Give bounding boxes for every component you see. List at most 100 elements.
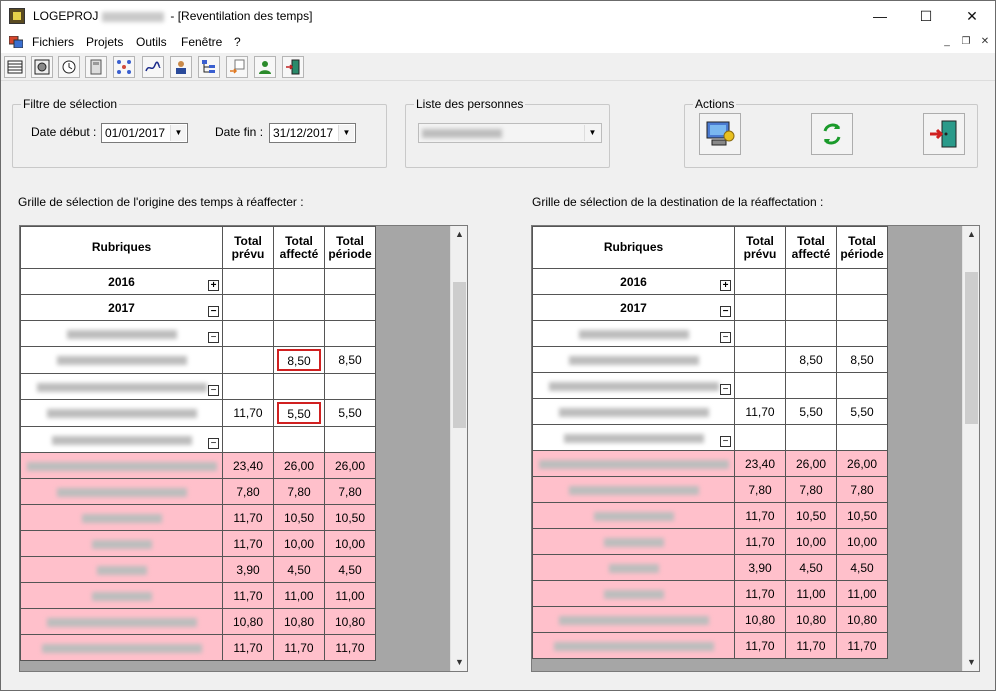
total-periode-cell[interactable]: 7,80 xyxy=(324,478,376,505)
calculator-icon[interactable] xyxy=(85,56,107,78)
total-affecte-cell[interactable]: 10,80 xyxy=(273,608,325,635)
rubrique-cell[interactable] xyxy=(20,399,223,427)
total-prevu-cell[interactable]: 23,40 xyxy=(222,452,274,479)
total-periode-cell[interactable]: 26,00 xyxy=(324,452,376,479)
collapse-icon[interactable]: − xyxy=(208,332,219,343)
table-row[interactable]: 11,70 10,00 10,00 xyxy=(20,530,376,557)
users-icon[interactable] xyxy=(170,56,192,78)
total-periode-cell[interactable] xyxy=(836,294,888,321)
total-periode-cell[interactable]: 11,00 xyxy=(836,580,888,607)
table-row[interactable]: 11,70 11,00 11,00 xyxy=(532,580,888,607)
table-row[interactable]: 11,70 10,00 10,00 xyxy=(532,528,888,555)
total-periode-cell[interactable]: 4,50 xyxy=(836,554,888,581)
header-total-periode[interactable]: Total période xyxy=(324,226,376,269)
total-affecte-cell[interactable] xyxy=(785,320,837,347)
total-affecte-cell[interactable]: 11,00 xyxy=(785,580,837,607)
group-row[interactable]: − xyxy=(532,372,888,399)
total-affecte-cell[interactable]: 4,50 xyxy=(273,556,325,583)
total-periode-cell[interactable]: 8,50 xyxy=(836,346,888,373)
total-prevu-cell[interactable] xyxy=(734,268,786,295)
scroll-thumb[interactable] xyxy=(965,272,978,424)
total-periode-cell[interactable]: 10,00 xyxy=(324,530,376,557)
year-row[interactable]: 2016 + xyxy=(20,268,376,295)
group-row[interactable]: − xyxy=(532,320,888,347)
total-prevu-cell[interactable]: 11,70 xyxy=(222,530,274,557)
total-prevu-cell[interactable]: 11,70 xyxy=(734,502,786,529)
table-row[interactable]: 23,40 26,00 26,00 xyxy=(20,452,376,479)
mdi-restore-button[interactable]: ❐ xyxy=(958,35,974,49)
total-prevu-cell[interactable]: 11,70 xyxy=(222,582,274,609)
header-total-prevu[interactable]: Total prévu xyxy=(222,226,274,269)
menu-fichiers[interactable]: Fichiers xyxy=(32,35,74,49)
total-prevu-cell[interactable] xyxy=(734,346,786,373)
close-button[interactable]: ✕ xyxy=(949,1,995,31)
exit-button[interactable] xyxy=(923,113,965,155)
table-row[interactable]: 11,70 5,50 5,50 xyxy=(532,398,888,425)
total-affecte-cell[interactable] xyxy=(273,294,325,321)
total-affecte-cell[interactable]: 5,50 xyxy=(785,398,837,425)
total-prevu-cell[interactable]: 7,80 xyxy=(734,476,786,503)
total-affecte-cell[interactable]: 8,50 xyxy=(273,346,325,374)
rubrique-cell[interactable]: − xyxy=(532,424,735,451)
total-periode-cell[interactable] xyxy=(836,372,888,399)
scroll-down-icon[interactable]: ▼ xyxy=(451,654,467,671)
total-affecte-cell[interactable]: 5,50 xyxy=(273,399,325,427)
table-row[interactable]: 3,90 4,50 4,50 xyxy=(20,556,376,583)
rubrique-cell[interactable] xyxy=(20,608,223,635)
origin-grid-scrollbar[interactable]: ▲ ▼ xyxy=(450,226,467,671)
total-affecte-cell[interactable] xyxy=(273,426,325,453)
collapse-icon[interactable]: − xyxy=(720,436,731,447)
list-icon[interactable] xyxy=(4,56,26,78)
total-affecte-cell[interactable] xyxy=(785,294,837,321)
total-affecte-cell[interactable]: 10,50 xyxy=(273,504,325,531)
minimize-button[interactable]: — xyxy=(857,1,903,31)
person-icon[interactable] xyxy=(254,56,276,78)
rubrique-cell[interactable]: − xyxy=(532,372,735,399)
total-periode-cell[interactable] xyxy=(324,373,376,400)
total-affecte-cell[interactable]: 26,00 xyxy=(273,452,325,479)
chevron-down-icon[interactable]: ▼ xyxy=(170,125,186,141)
group-row[interactable]: − xyxy=(20,373,376,400)
total-periode-cell[interactable]: 10,50 xyxy=(836,502,888,529)
header-rubriques[interactable]: Rubriques xyxy=(20,226,223,269)
total-affecte-cell[interactable]: 26,00 xyxy=(785,450,837,477)
rubrique-cell[interactable] xyxy=(20,582,223,609)
header-total-affecte[interactable]: Total affecté xyxy=(785,226,837,269)
collapse-icon[interactable]: − xyxy=(208,385,219,396)
total-affecte-cell[interactable] xyxy=(273,373,325,400)
total-affecte-cell[interactable]: 11,00 xyxy=(273,582,325,609)
total-periode-cell[interactable]: 11,70 xyxy=(324,634,376,661)
total-prevu-cell[interactable]: 7,80 xyxy=(222,478,274,505)
apply-button[interactable] xyxy=(699,113,741,155)
network-icon[interactable] xyxy=(113,56,135,78)
total-periode-cell[interactable] xyxy=(836,320,888,347)
total-affecte-cell[interactable] xyxy=(785,372,837,399)
rubrique-cell[interactable] xyxy=(532,450,735,477)
tree-icon[interactable] xyxy=(198,56,220,78)
year-row[interactable]: 2017 − xyxy=(20,294,376,321)
total-periode-cell[interactable] xyxy=(836,424,888,451)
total-affecte-cell[interactable]: 10,50 xyxy=(785,502,837,529)
header-total-prevu[interactable]: Total prévu xyxy=(734,226,786,269)
total-prevu-cell[interactable]: 11,70 xyxy=(734,632,786,659)
total-prevu-cell[interactable] xyxy=(734,320,786,347)
menu-help[interactable]: ? xyxy=(234,35,241,49)
total-periode-cell[interactable]: 4,50 xyxy=(324,556,376,583)
table-row[interactable]: 8,50 8,50 xyxy=(20,346,376,374)
year-row[interactable]: 2017 − xyxy=(532,294,888,321)
total-affecte-cell[interactable]: 10,00 xyxy=(785,528,837,555)
table-row[interactable]: 7,80 7,80 7,80 xyxy=(532,476,888,503)
transfer-icon[interactable] xyxy=(226,56,248,78)
total-prevu-cell[interactable]: 11,70 xyxy=(222,399,274,427)
exit-icon[interactable] xyxy=(282,56,304,78)
date-debut-picker[interactable]: 01/01/2017 ▼ xyxy=(101,123,188,143)
total-affecte-cell[interactable]: 11,70 xyxy=(785,632,837,659)
table-row[interactable]: 7,80 7,80 7,80 xyxy=(20,478,376,505)
rubrique-cell[interactable] xyxy=(532,580,735,607)
header-total-periode[interactable]: Total période xyxy=(836,226,888,269)
total-affecte-cell[interactable]: 7,80 xyxy=(273,478,325,505)
rubrique-cell[interactable] xyxy=(20,634,223,661)
menu-projets[interactable]: Projets xyxy=(86,35,123,49)
rubrique-cell[interactable]: 2016 + xyxy=(20,268,223,295)
total-prevu-cell[interactable]: 11,70 xyxy=(222,504,274,531)
